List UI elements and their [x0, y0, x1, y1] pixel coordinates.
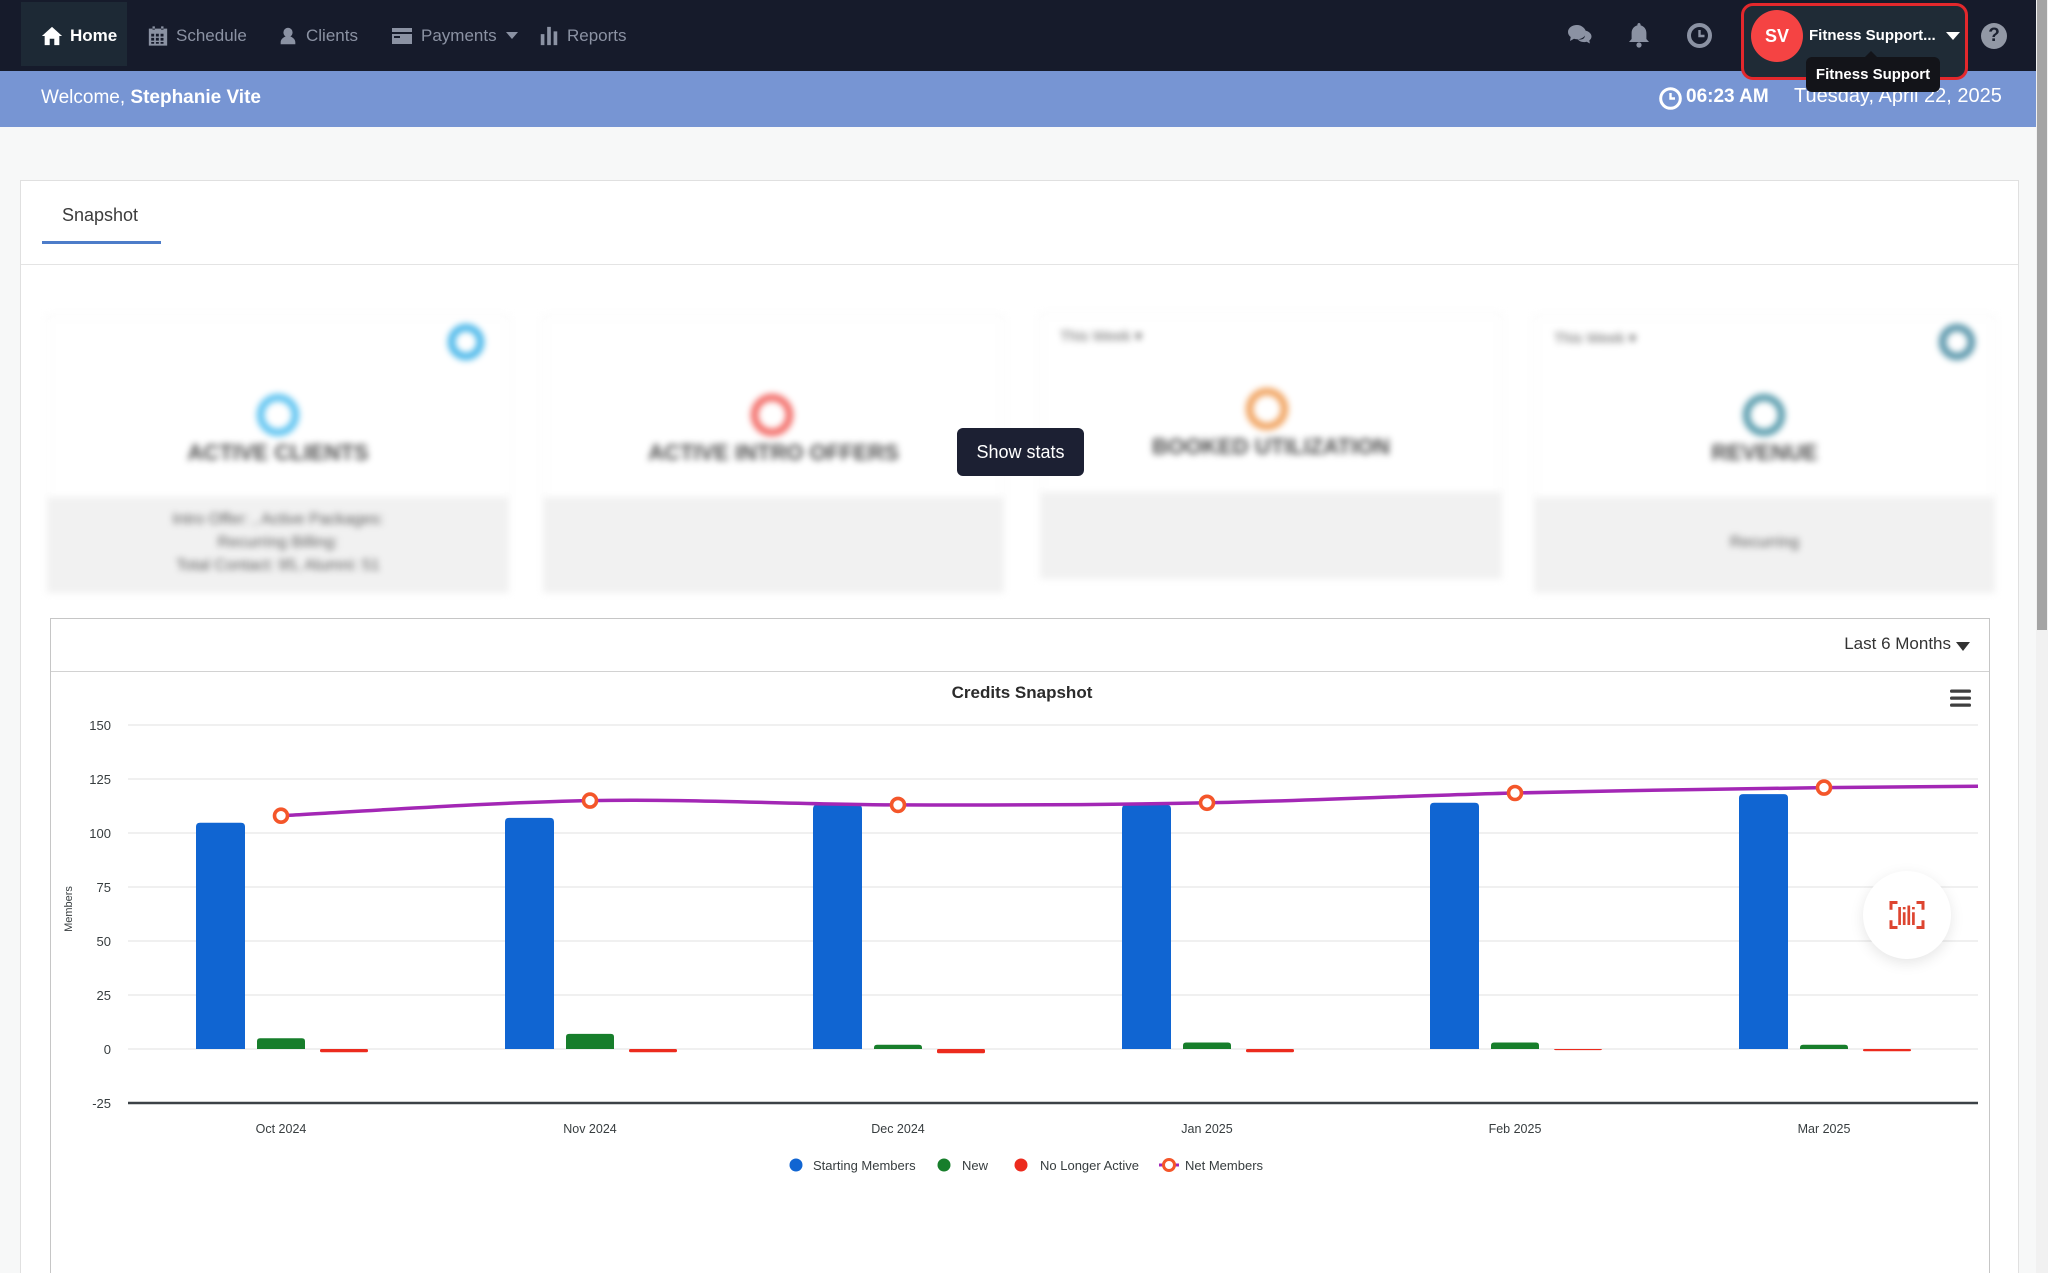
svg-text:Dec 2024: Dec 2024	[871, 1122, 925, 1136]
svg-text:150: 150	[89, 718, 111, 733]
svg-text:100: 100	[89, 826, 111, 841]
svg-text:Feb 2025: Feb 2025	[1489, 1122, 1542, 1136]
svg-text:25: 25	[97, 988, 111, 1003]
svg-text:75: 75	[97, 880, 111, 895]
svg-text:0: 0	[104, 1042, 111, 1057]
svg-text:Mar 2025: Mar 2025	[1798, 1122, 1851, 1136]
svg-text:Net Members: Net Members	[1185, 1158, 1264, 1173]
svg-text:Starting Members: Starting Members	[813, 1158, 916, 1173]
svg-text:50: 50	[97, 934, 111, 949]
svg-text:Credits Snapshot: Credits Snapshot	[952, 683, 1093, 702]
svg-text:Jan 2025: Jan 2025	[1181, 1122, 1232, 1136]
svg-text:New: New	[962, 1158, 989, 1173]
svg-text:-25: -25	[92, 1096, 111, 1111]
svg-text:125: 125	[89, 772, 111, 787]
svg-text:Nov 2024: Nov 2024	[563, 1122, 617, 1136]
svg-text:No Longer Active: No Longer Active	[1040, 1158, 1139, 1173]
svg-text:Members: Members	[63, 886, 75, 932]
svg-text:Oct 2024: Oct 2024	[256, 1122, 307, 1136]
